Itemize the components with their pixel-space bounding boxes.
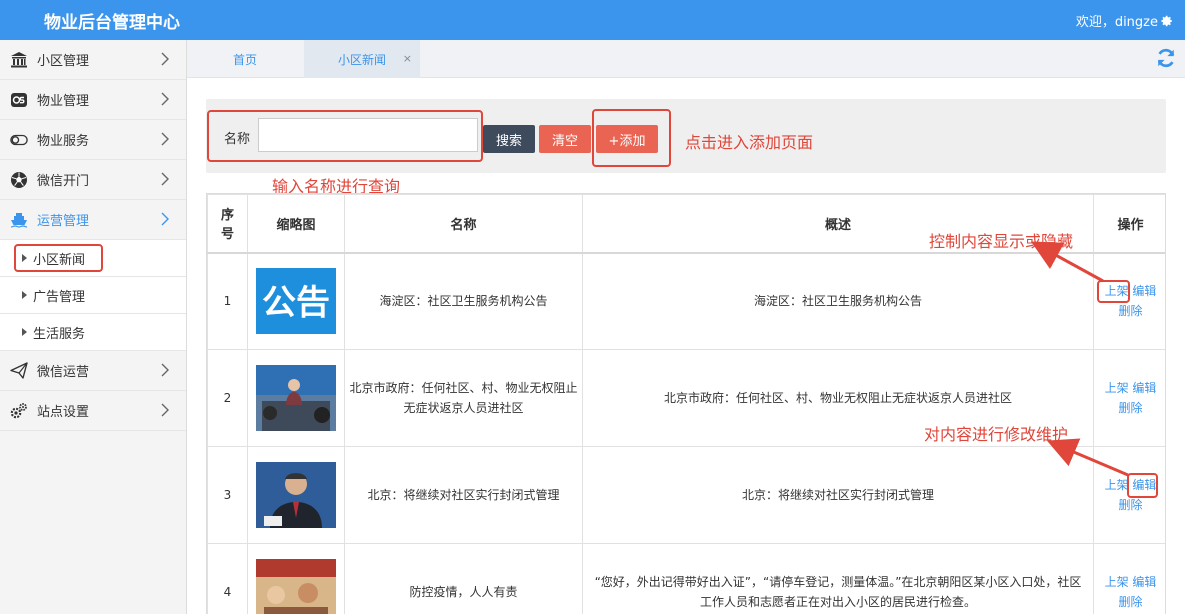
- row-index: 3: [207, 446, 248, 544]
- row-index: 4: [207, 543, 248, 614]
- table-row: 1 公告 海淀区：社区卫生服务机构公告 海淀区：社区卫生服务机构公告 上架 编辑…: [207, 252, 1165, 350]
- sidebar-item-site-settings[interactable]: 站点设置: [0, 391, 186, 431]
- user-welcome[interactable]: 欢迎，dingze: [1076, 11, 1173, 30]
- publish-link[interactable]: 上架: [1105, 478, 1129, 492]
- building-icon: [9, 51, 29, 69]
- news-table: 序号 缩略图 名称 概述 操作 1 公告 海淀区：社区卫生服务机构公告 海淀区：…: [206, 193, 1166, 614]
- close-icon[interactable]: ×: [403, 52, 412, 65]
- football-icon: [9, 171, 29, 189]
- sidebar-item-property-service[interactable]: 物业服务: [0, 120, 186, 160]
- row-name: 北京：将继续对社区实行封闭式管理: [344, 446, 583, 544]
- row-name: 海淀区：社区卫生服务机构公告: [344, 252, 583, 350]
- row-desc: 北京：将继续对社区实行封闭式管理: [582, 446, 1094, 544]
- annotation-box-current-menu: [14, 244, 103, 272]
- chevron-right-icon: [161, 132, 169, 146]
- sidebar-subitem-ads[interactable]: 广告管理: [0, 277, 186, 314]
- table-row: 3 北京：将继续对社区实行封闭式管理 北京：将继续对社区实行封闭式管理 上架 编…: [207, 446, 1165, 544]
- caret-right-icon: [22, 291, 27, 299]
- epidemic-poster-thumbnail: [256, 559, 336, 614]
- row-thumbnail[interactable]: [247, 349, 345, 447]
- app-title: 物业后台管理中心: [44, 13, 180, 33]
- column-header-name: 名称: [344, 194, 583, 254]
- welcome-text: 欢迎，dingze: [1075, 15, 1158, 30]
- column-header-index: 序号: [207, 194, 248, 254]
- sidebar-item-wechat-ops[interactable]: 微信运营: [0, 351, 186, 391]
- chevron-right-icon: [161, 52, 169, 66]
- edit-link[interactable]: 编辑: [1132, 381, 1156, 395]
- sidebar-item-operations[interactable]: 运营管理: [0, 200, 186, 240]
- delete-link[interactable]: 删除: [1118, 595, 1142, 609]
- delete-link[interactable]: 删除: [1118, 401, 1142, 415]
- table-row: 4 防控疫情，人人有责 “您好，外出记得带好出入证”，“请停车登记，测量体温。”…: [207, 543, 1165, 614]
- tab-home[interactable]: 首页: [187, 40, 303, 78]
- row-name: 北京市政府：任何社区、村、物业无权阻止无症状返京人员进社区: [344, 349, 583, 447]
- chevron-right-icon: [161, 92, 169, 106]
- sidebar-subitem-label: 生活服务: [33, 326, 86, 342]
- sidebar-item-community[interactable]: 小区管理: [0, 40, 186, 80]
- gears-icon: [9, 402, 29, 420]
- sidebar-subitem-label: 广告管理: [33, 289, 86, 305]
- publish-link[interactable]: 上架: [1105, 575, 1129, 589]
- annotation-box-search: [207, 110, 483, 162]
- row-index: 2: [207, 349, 248, 447]
- sidebar-item-label: 微信运营: [37, 365, 90, 380]
- sidebar-item-label: 运营管理: [37, 214, 90, 229]
- chevron-right-icon: [161, 172, 169, 186]
- gear-icon[interactable]: [1161, 15, 1173, 27]
- chevron-right-icon: [161, 212, 169, 226]
- tab-bar: 首页 小区新闻 ×: [187, 40, 1185, 78]
- ship-icon: [9, 211, 29, 229]
- row-thumbnail[interactable]: [247, 446, 345, 544]
- row-index: 1: [207, 252, 248, 350]
- official-speaker-thumbnail: [256, 462, 336, 528]
- os-badge-icon: [9, 91, 29, 109]
- row-desc: 海淀区：社区卫生服务机构公告: [582, 252, 1094, 350]
- row-actions: 上架 编辑 删除: [1093, 349, 1165, 447]
- sidebar-item-label: 站点设置: [37, 405, 90, 420]
- column-header-ops: 操作: [1093, 194, 1165, 254]
- edit-link[interactable]: 编辑: [1132, 575, 1156, 589]
- sidebar-subitem-life-service[interactable]: 生活服务: [0, 314, 186, 351]
- sidebar-item-wechat-door[interactable]: 微信开门: [0, 160, 186, 200]
- chevron-right-icon: [161, 403, 169, 417]
- row-desc: “您好，外出记得带好出入证”，“请停车登记，测量体温。”在北京朝阳区某小区入口处…: [582, 543, 1094, 614]
- column-header-thumb: 缩略图: [247, 194, 345, 254]
- top-header: 物业后台管理中心 欢迎，dingze: [0, 0, 1185, 40]
- clear-button[interactable]: 清空: [539, 125, 591, 153]
- row-name: 防控疫情，人人有责: [344, 543, 583, 614]
- announcement-thumbnail: 公告: [256, 268, 336, 335]
- sidebar-item-property[interactable]: 物业管理: [0, 80, 186, 120]
- delete-link[interactable]: 删除: [1118, 498, 1142, 512]
- annotation-box-publish: [1097, 280, 1130, 303]
- tab-label: 小区新闻: [337, 52, 386, 67]
- caret-right-icon: [22, 328, 27, 336]
- toggle-icon: [9, 131, 29, 149]
- annotation-toggle-note: 控制内容显示或隐藏: [929, 232, 1074, 251]
- annotation-add-note: 点击进入添加页面: [685, 133, 814, 152]
- sidebar: 小区管理 物业管理 物业服务 微信开门 运营管理 小区新闻 广告管理 生活服务 …: [0, 40, 187, 614]
- press-conference-thumbnail: [256, 365, 336, 431]
- refresh-icon[interactable]: [1155, 47, 1177, 69]
- thumbnail-text: 公告: [262, 283, 330, 323]
- sidebar-item-label: 微信开门: [37, 174, 90, 189]
- search-button[interactable]: 搜索: [483, 125, 535, 153]
- sidebar-item-label: 小区管理: [37, 54, 90, 69]
- row-actions: 上架 编辑 删除: [1093, 543, 1165, 614]
- sidebar-item-label: 物业管理: [37, 94, 90, 109]
- chevron-right-icon: [161, 363, 169, 377]
- tab-community-news[interactable]: 小区新闻 ×: [304, 40, 420, 78]
- delete-link[interactable]: 删除: [1118, 304, 1142, 318]
- publish-link[interactable]: 上架: [1105, 381, 1129, 395]
- row-thumbnail[interactable]: [247, 543, 345, 614]
- annotation-box-add: [592, 109, 671, 167]
- sidebar-subitem-community-news[interactable]: 小区新闻: [0, 240, 186, 277]
- row-thumbnail[interactable]: 公告: [247, 252, 345, 350]
- paper-plane-icon: [9, 361, 29, 380]
- annotation-edit-note: 对内容进行修改维护: [924, 425, 1069, 444]
- sidebar-item-label: 物业服务: [37, 134, 90, 149]
- annotation-box-edit: [1127, 473, 1158, 498]
- edit-link[interactable]: 编辑: [1132, 284, 1156, 298]
